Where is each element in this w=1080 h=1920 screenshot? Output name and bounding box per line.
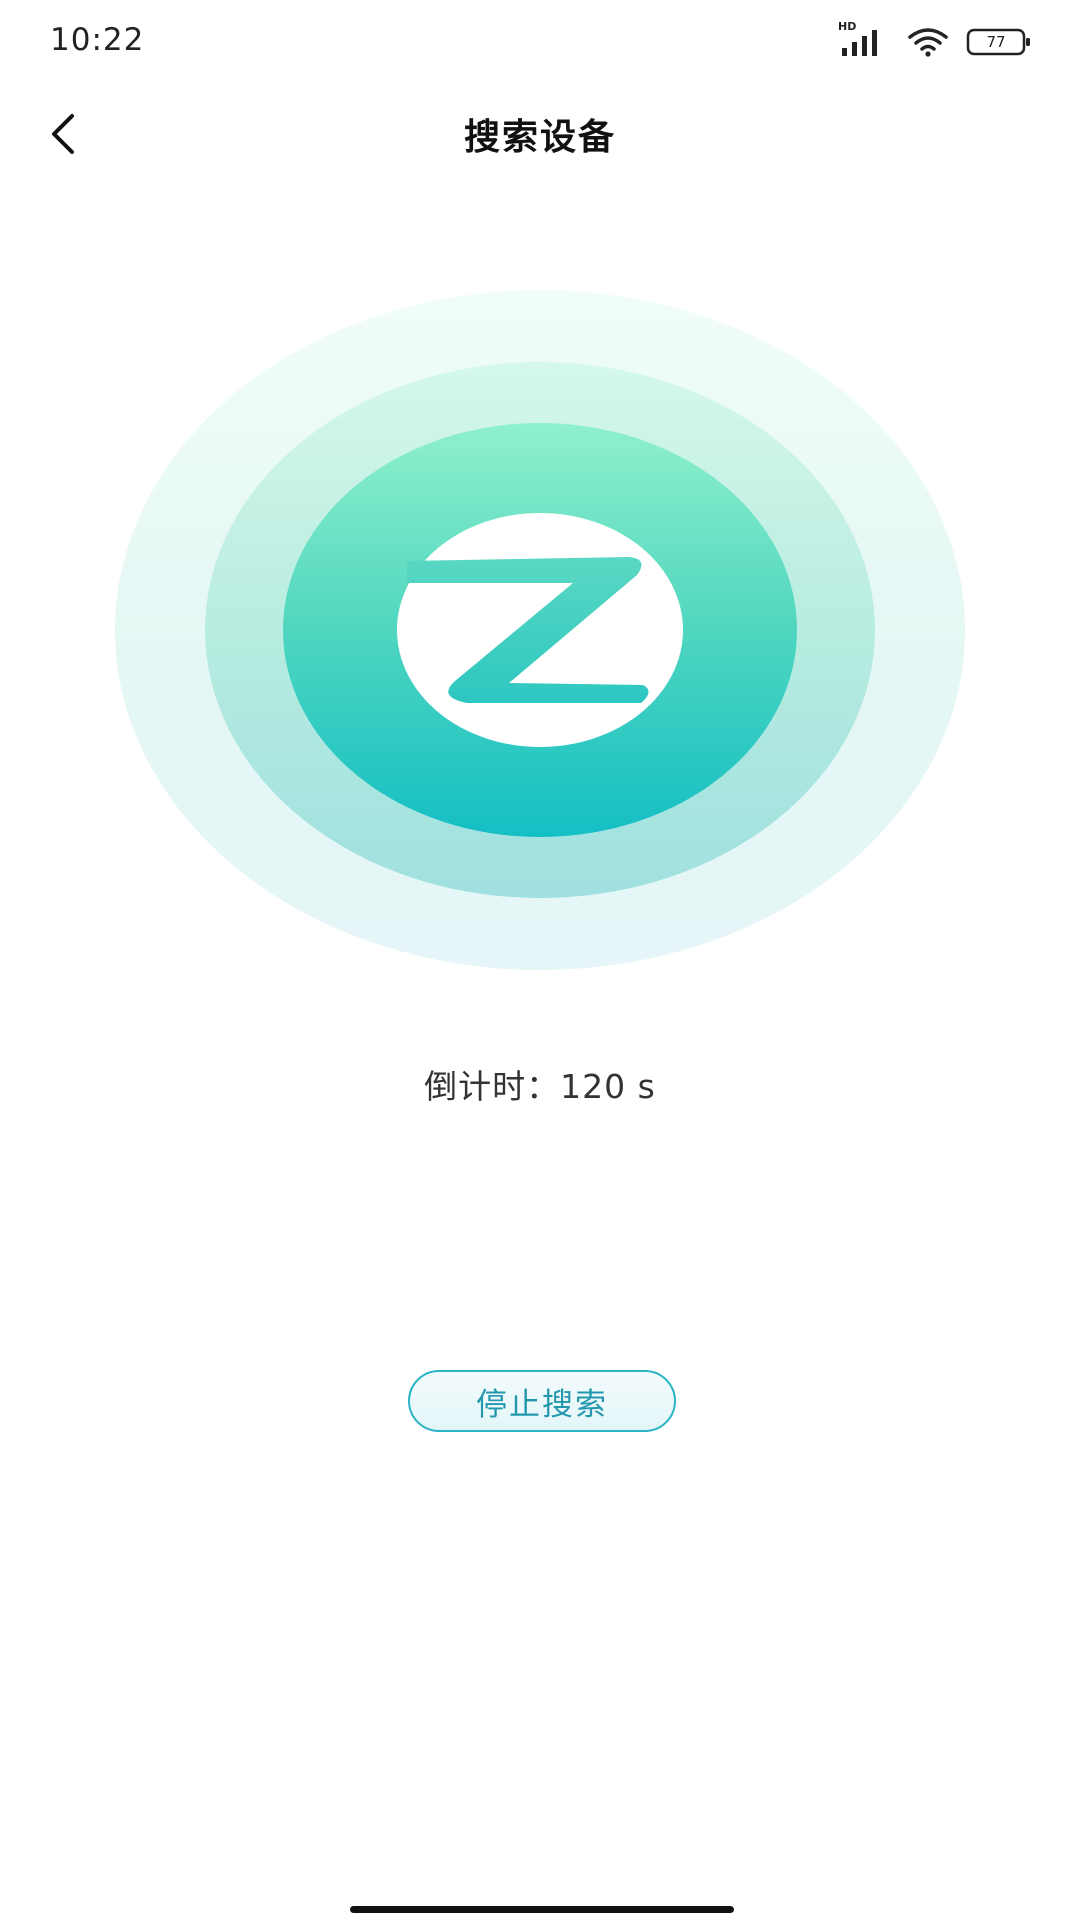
status-icons: HD 77 — [838, 20, 1032, 58]
search-radar — [115, 290, 965, 970]
countdown-label: 倒计时： — [424, 1067, 561, 1106]
z-logo-icon — [407, 557, 649, 703]
home-indicator[interactable] — [350, 1906, 734, 1913]
countdown-text: 倒计时：120 s — [0, 1060, 1080, 1108]
status-time: 10:22 — [50, 22, 145, 58]
battery-icon: 77 — [966, 27, 1032, 57]
hd-label: HD — [838, 20, 857, 33]
nav-bar: 搜索设备 — [0, 84, 1080, 184]
search-device-screen: 10:22 HD 77 搜索设备 倒计时：120 s 停止搜索 — [0, 0, 1080, 1920]
page-title: 搜索设备 — [463, 117, 616, 158]
signal-icon: HD — [838, 20, 890, 58]
countdown-value: 120 — [560, 1067, 627, 1106]
stop-search-button[interactable]: 停止搜索 — [408, 1370, 676, 1432]
countdown-unit: s — [637, 1067, 656, 1106]
wifi-icon — [908, 28, 948, 57]
status-bar: 10:22 HD 77 — [0, 0, 1080, 84]
battery-level: 77 — [986, 33, 1006, 51]
